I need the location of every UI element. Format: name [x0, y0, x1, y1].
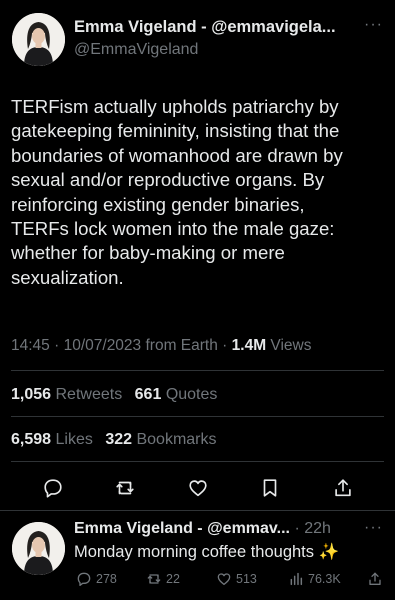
reply-text: Monday morning coffee thoughts ✨: [74, 543, 339, 562]
divider: [0, 510, 395, 511]
reply-header: Emma Vigeland - @emmav... · 22h: [74, 520, 356, 538]
reply-text-body: Monday morning coffee thoughts: [74, 543, 315, 561]
reply-author-avatar[interactable]: [12, 522, 65, 575]
reply-time[interactable]: 22h: [304, 520, 331, 537]
tweet-meta: 14:45 · 10/07/2023 from Earth · 1.4M Vie…: [11, 337, 312, 355]
reply-icon: [44, 479, 62, 498]
retweets-stat[interactable]: 1,056 Retweets: [11, 386, 122, 403]
reply-share-button[interactable]: [367, 571, 383, 587]
bookmarks-stat[interactable]: 322 Bookmarks: [105, 431, 216, 448]
tweet-action-bar: [0, 474, 395, 502]
retweet-icon: [147, 574, 161, 584]
bookmarks-label: Bookmarks: [136, 431, 217, 448]
tweet-source: from Earth: [145, 337, 218, 354]
tweet-date[interactable]: 10/07/2023: [64, 337, 142, 354]
bookmarks-count: 322: [105, 431, 133, 448]
tweet-time[interactable]: 14:45: [11, 337, 50, 354]
reply-action-bar: 278 22 513 76.3K: [0, 571, 395, 591]
tweet-text: TERFism actually upholds patriarchy by g…: [11, 96, 343, 288]
author-name[interactable]: Emma Vigeland - @emmavigela...: [74, 18, 358, 37]
quotes-label: Quotes: [165, 386, 218, 403]
reply-count: 278: [96, 572, 117, 586]
reply-button[interactable]: [39, 474, 67, 502]
like-count: 513: [236, 572, 257, 586]
retweets-label: Retweets: [55, 386, 123, 403]
retweet-icon: [116, 481, 134, 495]
heart-icon: [189, 480, 207, 497]
more-options-icon[interactable]: ···: [364, 16, 383, 34]
retweets-count: 1,056: [11, 386, 52, 403]
reply-separator: ·: [294, 520, 300, 537]
retweet-count: 22: [166, 572, 180, 586]
reply-views-button[interactable]: 76.3K: [288, 571, 341, 587]
views-count[interactable]: 1.4M: [232, 337, 266, 354]
quotes-stat[interactable]: 661 Quotes: [135, 386, 218, 403]
sparkles-icon: ✨: [318, 543, 340, 561]
heart-icon: [217, 573, 231, 585]
like-button[interactable]: [184, 474, 212, 502]
author-handle[interactable]: @EmmaVigeland: [74, 41, 198, 59]
stats-row-likes: 6,598 Likes 322 Bookmarks: [11, 431, 217, 449]
likes-count: 6,598: [11, 431, 52, 448]
meta-separator: ·: [222, 337, 228, 354]
bookmark-button[interactable]: [256, 474, 284, 502]
share-button[interactable]: [329, 474, 357, 502]
views-label: Views: [270, 337, 312, 354]
reply-reply-button[interactable]: 278: [76, 571, 117, 587]
quotes-count: 661: [134, 386, 162, 403]
reply-icon: [77, 572, 91, 586]
reply-more-options-icon[interactable]: ···: [364, 519, 383, 537]
retweet-button[interactable]: [111, 474, 139, 502]
bookmark-icon: [263, 479, 277, 497]
meta-separator: ·: [54, 337, 60, 354]
divider: [11, 416, 384, 417]
author-avatar[interactable]: [12, 13, 65, 66]
reply-retweet-button[interactable]: 22: [146, 571, 180, 587]
reply-like-button[interactable]: 513: [216, 571, 257, 587]
share-icon: [335, 479, 351, 497]
divider: [11, 461, 384, 462]
view-count: 76.3K: [308, 572, 341, 586]
views-chart-icon: [290, 572, 303, 586]
reply-author-name[interactable]: Emma Vigeland - @emmav...: [74, 520, 290, 537]
share-icon: [369, 572, 381, 585]
stats-row-retweets: 1,056 Retweets 661 Quotes: [11, 386, 217, 404]
divider: [11, 370, 384, 371]
likes-stat[interactable]: 6,598 Likes: [11, 431, 93, 448]
likes-label: Likes: [55, 431, 93, 448]
